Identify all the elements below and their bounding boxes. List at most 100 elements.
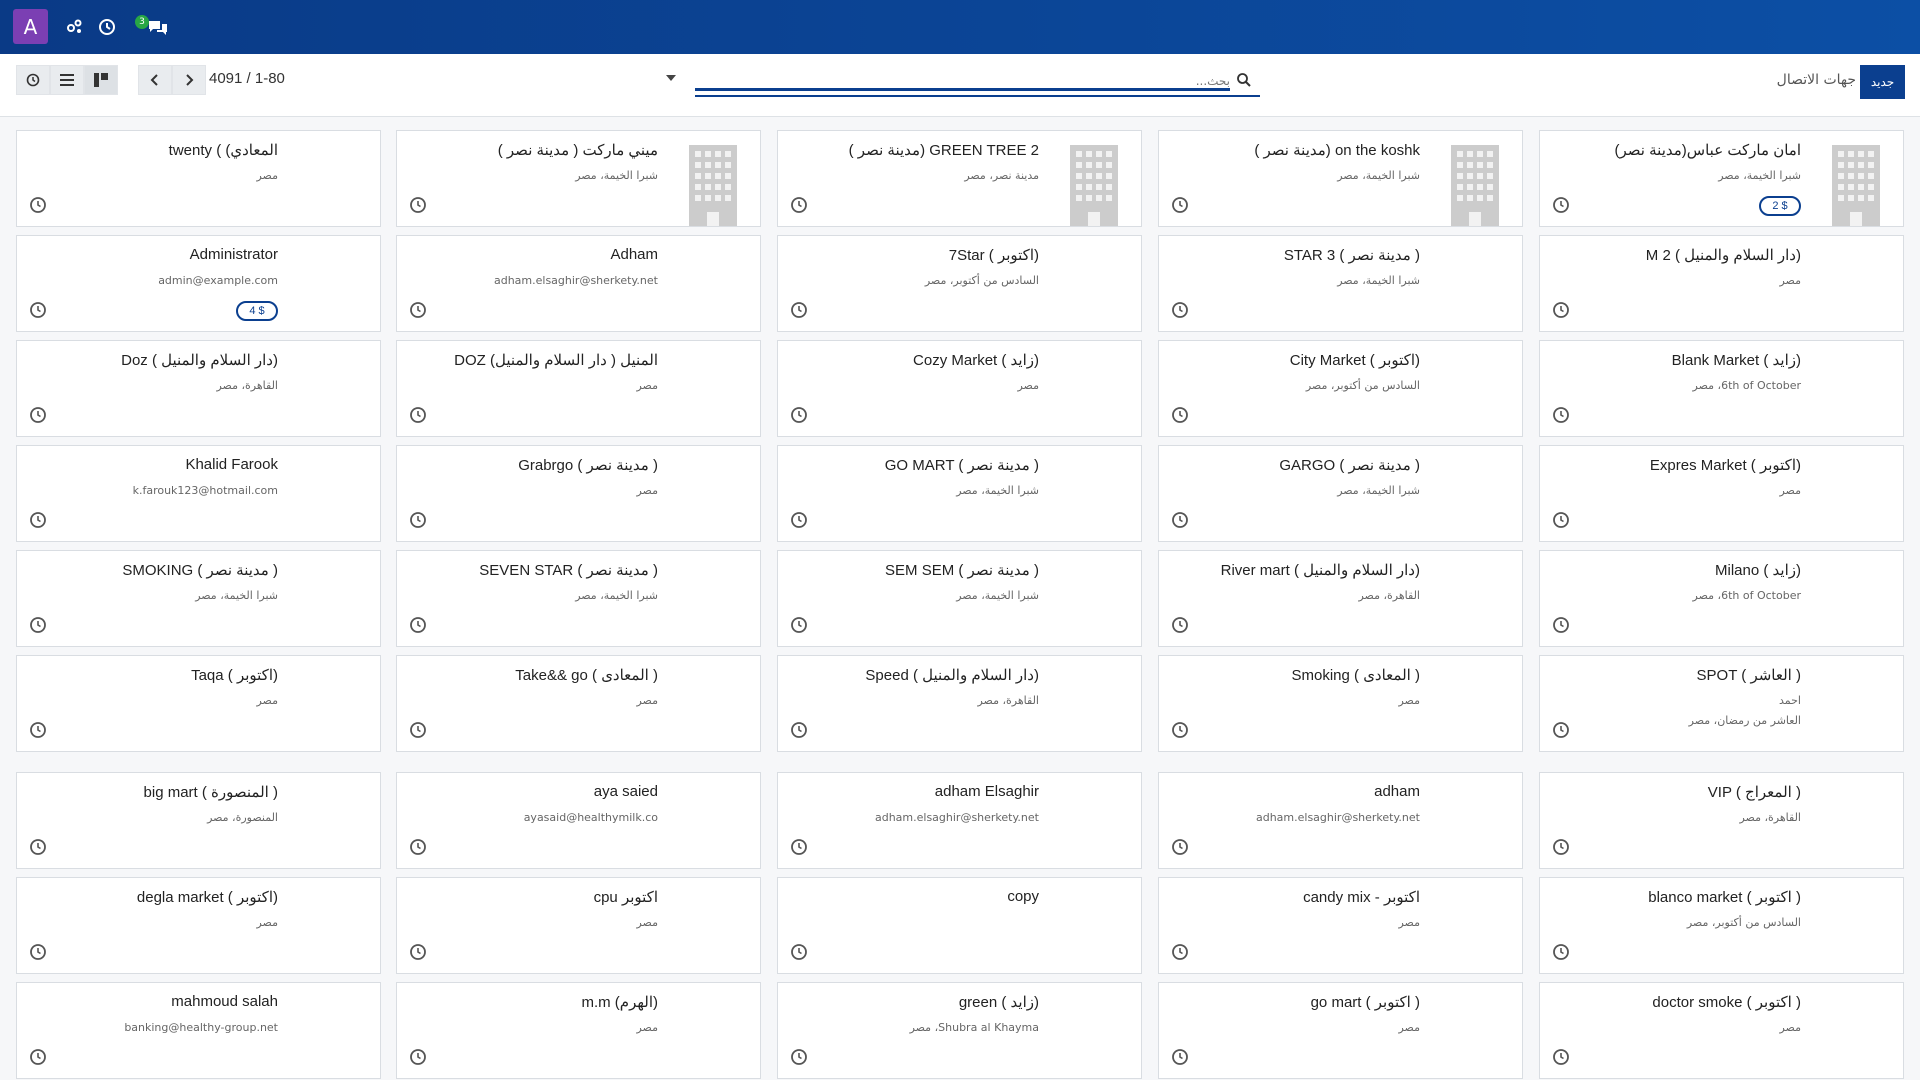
pager-next-button[interactable] [172,65,206,95]
contact-card[interactable]: copy [777,877,1142,974]
contact-card[interactable]: City Market ( اكتوبر) السادس من أكتوبر، م… [1158,340,1523,437]
activity-clock-icon[interactable] [29,301,47,319]
activity-clock-icon[interactable] [1552,616,1570,634]
contact-card[interactable]: Cozy Market ( زايد) مصر [777,340,1142,437]
activity-clock-icon[interactable] [409,406,427,424]
activity-clock-icon[interactable] [409,721,427,739]
pager-previous-button[interactable] [138,65,172,95]
activity-clock-icon[interactable] [29,616,47,634]
activity-clock-icon[interactable] [1552,196,1570,214]
contact-card[interactable]: Adham adham.elsaghir@sherkety.net [396,235,761,332]
activity-clock-icon[interactable] [1171,616,1189,634]
contact-card[interactable]: Expres Market ( اكتوبر) مصر [1539,445,1904,542]
contact-card[interactable]: candy mix - اكتوبر مصر [1158,877,1523,974]
activity-icon[interactable] [64,14,86,40]
contact-card[interactable]: ( ميني ماركت ( مدينة نصر شبرا الخيمة، مصر [396,130,761,227]
activity-clock-icon[interactable] [29,511,47,529]
activity-clock-icon[interactable] [29,943,47,961]
activity-clock-icon[interactable] [790,943,808,961]
activity-clock-icon[interactable] [790,1048,808,1066]
activity-clock-icon[interactable] [1171,301,1189,319]
contact-card[interactable]: SEM SEM ( مدينة نصر ) شبرا الخيمة، مصر [777,550,1142,647]
contact-card[interactable]: STAR 3 ( مدينة نصر ) شبرا الخيمة، مصر [1158,235,1523,332]
contact-card[interactable]: adham Elsaghir adham.elsaghir@sherkety.ne… [777,772,1142,869]
activity-clock-icon[interactable] [29,1048,47,1066]
activity-clock-icon[interactable] [1552,511,1570,529]
contact-card[interactable]: m.m (الهرم) مصر [396,982,761,1079]
activity-clock-icon[interactable] [790,838,808,856]
activity-clock-icon[interactable] [409,616,427,634]
activity-clock-icon[interactable] [409,943,427,961]
contact-card[interactable]: go mart ( اكتوبر ) مصر [1158,982,1523,1079]
contact-card[interactable]: green ( زايد) Shubra al Khayma، مصر [777,982,1142,1079]
activity-clock-icon[interactable] [1171,511,1189,529]
activity-clock-icon[interactable] [29,406,47,424]
contact-card[interactable]: (امان ماركت عباس(مدينة نصر شبرا الخيمة، م… [1539,130,1904,227]
activity-clock-icon[interactable] [1552,943,1570,961]
activity-clock-icon[interactable] [790,406,808,424]
contact-card[interactable]: VIP ( المعراج ) القاهرة، مصر [1539,772,1904,869]
activity-clock-icon[interactable] [1171,196,1189,214]
activity-clock-icon[interactable] [409,301,427,319]
contact-card[interactable]: River mart ( دار السلام والمنيل) القاهرة،… [1158,550,1523,647]
activity-view-button[interactable] [16,65,50,95]
contact-card[interactable]: Administrator admin@example.com 4 $ [16,235,381,332]
activity-clock-icon[interactable] [790,721,808,739]
contact-card[interactable]: ( مدينة نصر) GREEN TREE 2 مدينة نصر، مصر [777,130,1142,227]
contact-card[interactable]: Speed ( دار السلام والمنيل) القاهرة، مصر [777,655,1142,752]
activity-clock-icon[interactable] [409,838,427,856]
contact-card[interactable]: SPOT ( العاشر ) احمد العاشر من رمضان، مصر [1539,655,1904,752]
activity-clock-icon[interactable] [29,196,47,214]
contact-card[interactable]: blanco market ( اكتوبر ) السادس من أكتوبر… [1539,877,1904,974]
contact-card[interactable]: M 2 ( دار السلام والمنيل) مصر [1539,235,1904,332]
contact-card[interactable]: degla market ( اكتوبر) مصر [16,877,381,974]
activity-clock-icon[interactable] [29,838,47,856]
activity-clock-icon[interactable] [790,301,808,319]
contact-card[interactable]: ( مدينة نصر) on the koshk شبرا الخيمة، مص… [1158,130,1523,227]
contact-card[interactable]: Doz ( دار السلام والمنيل) القاهرة، مصر [16,340,381,437]
activity-clock-icon[interactable] [409,196,427,214]
activity-clock-icon[interactable] [409,511,427,529]
create-button[interactable]: جديد [1860,65,1905,99]
search-icon[interactable] [1236,72,1252,88]
user-avatar[interactable]: A [13,9,48,44]
pager-value[interactable]: 4091 / 1-80 [209,70,285,87]
contact-card[interactable]: SMOKING ( مدينة نصر ) شبرا الخيمة، مصر [16,550,381,647]
activity-clock-icon[interactable] [29,721,47,739]
contact-card[interactable]: Blank Market ( زايد) 6th of October، مصر [1539,340,1904,437]
contact-card[interactable]: aya saied ayasaid@healthymilk.co [396,772,761,869]
contact-card[interactable]: 7Star ( اكتوبر) السادس من أكتوبر، مصر [777,235,1142,332]
activity-clock-icon[interactable] [409,1048,427,1066]
activity-clock-icon[interactable] [790,196,808,214]
kanban-view-button[interactable] [84,65,118,95]
contact-card[interactable]: SEVEN STAR ( مدينة نصر ) شبرا الخيمة، مصر [396,550,761,647]
list-view-button[interactable] [50,65,84,95]
chat-icon[interactable] [146,14,170,40]
contact-card[interactable]: mahmoud salah banking@healthy-group.net [16,982,381,1079]
activity-clock-icon[interactable] [790,511,808,529]
activity-clock-icon[interactable] [1552,1048,1570,1066]
contact-card[interactable]: big mart ( المنصورة ) المنصورة، مصر [16,772,381,869]
contact-card[interactable]: cpu اكتوبر مصر [396,877,761,974]
search-options-toggle[interactable] [666,75,676,81]
activity-clock-icon[interactable] [1171,1048,1189,1066]
contact-card[interactable]: Grabrgo ( مدينة نصر ) مصر [396,445,761,542]
contact-card[interactable]: DOZ المنيل ( دار السلام والمنيل) مصر [396,340,761,437]
activity-clock-icon[interactable] [1552,406,1570,424]
activity-clock-icon[interactable] [1552,838,1570,856]
contact-card[interactable]: Milano ( زايد) 6th of October، مصر [1539,550,1904,647]
contact-card[interactable]: Smoking ( المعادى ) مصر [1158,655,1523,752]
contact-card[interactable]: Taqa ( اكتوبر) مصر [16,655,381,752]
contact-card[interactable]: adham adham.elsaghir@sherkety.net [1158,772,1523,869]
activity-clock-icon[interactable] [1171,721,1189,739]
contact-card[interactable]: Khalid Farook k.farouk123@hotmail.com [16,445,381,542]
contact-card[interactable]: Take&& go ( المعادى ) مصر [396,655,761,752]
contact-card[interactable]: twenty ( (المعادي مصر [16,130,381,227]
activity-clock-icon[interactable] [790,616,808,634]
activity-clock-icon[interactable] [1171,838,1189,856]
clock-icon[interactable] [96,14,118,40]
activity-clock-icon[interactable] [1171,943,1189,961]
contact-card[interactable]: GARGO ( مدينة نصر ) شبرا الخيمة، مصر [1158,445,1523,542]
contact-card[interactable]: doctor smoke ( اكتوبر ) مصر [1539,982,1904,1079]
activity-clock-icon[interactable] [1552,301,1570,319]
